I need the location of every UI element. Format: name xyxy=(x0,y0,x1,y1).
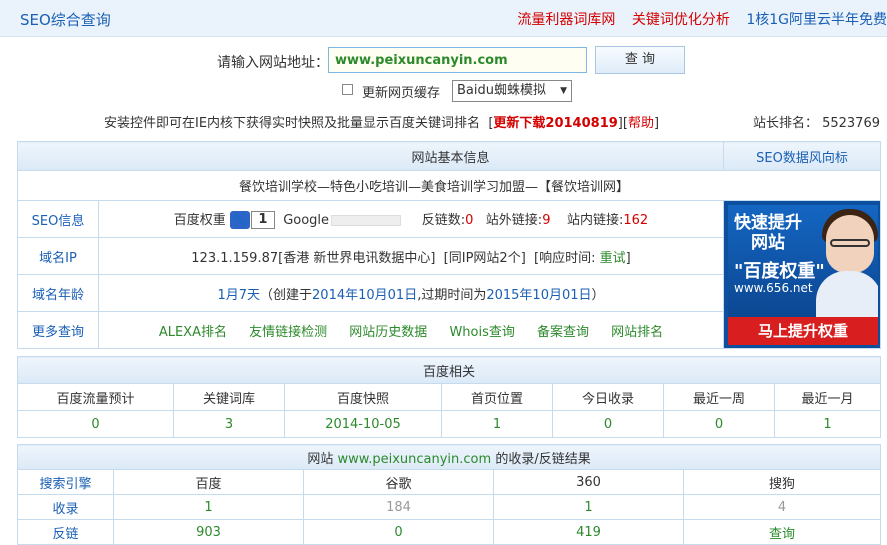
top-link-wordlib[interactable]: 流量利器词库网 xyxy=(517,12,615,28)
same-ip-link[interactable]: [同IP网站2个] xyxy=(444,251,526,266)
col-header: 最近一月 xyxy=(773,383,882,411)
rank-value: 5523769 xyxy=(822,116,880,131)
domain-age-label: 域名年龄 xyxy=(17,274,99,312)
notice-text: 安装控件即可在IE内核下获得实时快照及批量显示百度关键词排名 [更新下载2014… xyxy=(104,116,660,131)
ad-person-glasses xyxy=(830,239,871,247)
ad-line1: 快速提升 网站 xyxy=(734,213,803,253)
domain-age-values: 1月7天（创建于2014年10月01日,过期时间为2015年10月01日） xyxy=(97,274,725,312)
snapshot-value[interactable]: 2014-10-05 xyxy=(284,410,442,438)
history-link[interactable]: 网站历史数据 xyxy=(349,325,427,340)
site-rank-link[interactable]: 网站排名 xyxy=(611,325,663,340)
whois-link[interactable]: Whois查询 xyxy=(449,325,514,340)
col-header: 搜狗 xyxy=(682,469,882,495)
seo-info-label: SEO信息 xyxy=(17,200,99,238)
keyword-lib-value[interactable]: 3 xyxy=(173,410,285,438)
index-title: 网站 www.peixuncanyin.com 的收录/反链结果 xyxy=(16,444,882,470)
index-site-link[interactable]: www.peixuncanyin.com xyxy=(338,452,492,467)
google-backlink-value[interactable]: 0 xyxy=(303,519,494,545)
sogou-index-value[interactable]: 4 xyxy=(682,494,882,520)
download-link[interactable]: 更新下载20140819 xyxy=(493,116,617,131)
index-header-row: 搜索引擎 百度 谷歌 360 搜狗 xyxy=(17,469,882,495)
engine-col-header: 搜索引擎 xyxy=(17,469,114,495)
friend-links-link[interactable]: 友情链接检测 xyxy=(249,325,327,340)
col-header: 谷歌 xyxy=(303,469,494,495)
site-title: 餐饮培训学校—特色小吃培训—美食培训学习加盟—【餐饮培训网】 xyxy=(16,170,882,201)
top-link-keyword-analysis[interactable]: 关键词优化分析 xyxy=(632,12,730,28)
col-header: 今日收录 xyxy=(552,383,664,411)
spider-select-value: Baidu蜘蛛模拟 xyxy=(457,83,546,98)
col-header: 关键词库 xyxy=(173,383,285,411)
spider-select[interactable]: Baidu蜘蛛模拟 ▼ xyxy=(452,80,572,102)
notice-row: 安装控件即可在IE内核下获得实时快照及批量显示百度关键词排名 [更新下载2014… xyxy=(0,110,887,131)
col-header: 最近一周 xyxy=(663,383,775,411)
search-row: 请输入网站地址： 查 询 xyxy=(0,46,887,76)
ad-person-torso xyxy=(816,271,879,321)
basic-info-table: 网站基本信息 SEO数据风向标 餐饮培训学校—特色小吃培训—美食培训学习加盟—【… xyxy=(16,141,882,349)
ad-cta-button[interactable]: 马上提升权重 xyxy=(728,317,879,345)
inlinks-count[interactable]: 162 xyxy=(623,213,648,228)
icp-link[interactable]: 备案查询 xyxy=(537,325,589,340)
ad-line3: "百度权重" xyxy=(734,261,825,282)
col-header: 百度 xyxy=(113,469,304,495)
domain-age-value[interactable]: 1月7天 xyxy=(217,288,260,303)
index-row-label: 收录 xyxy=(17,494,114,520)
sogou-backlink-query-link[interactable]: 查询 xyxy=(682,519,882,545)
col-header: 360 xyxy=(493,469,684,495)
backlink-row: 反链 903 0 419 查询 xyxy=(17,519,882,545)
col-header: 百度快照 xyxy=(284,383,442,411)
options-row: 更新网页缓存 Baidu蜘蛛模拟 ▼ xyxy=(0,80,887,102)
search-label: 请输入网站地址： xyxy=(217,55,329,71)
baidu-traffic-value[interactable]: 0 xyxy=(17,410,174,438)
domain-ip-label: 域名IP xyxy=(17,237,99,275)
baidu-header-row: 百度流量预计 关键词库 百度快照 首页位置 今日收录 最近一周 最近一月 xyxy=(17,383,882,411)
google-pr-bar xyxy=(331,214,402,226)
home-position-value[interactable]: 1 xyxy=(441,410,553,438)
baidu-table: 百度相关 百度流量预计 关键词库 百度快照 首页位置 今日收录 最近一周 最近一… xyxy=(16,356,882,438)
domain-ip-values: 123.1.159.87[香港 新世界电讯数据中心] [同IP网站2个] [响应… xyxy=(97,237,725,275)
ad-banner[interactable]: 快速提升 网站 "百度权重" www.656.net 马上提升权重 xyxy=(723,200,882,349)
index-row: 收录 1 184 1 4 xyxy=(17,494,882,520)
today-index-value[interactable]: 0 xyxy=(552,410,664,438)
more-query-links: ALEXA排名 友情链接检测 网站历史数据 Whois查询 备案查询 网站排名 xyxy=(97,311,725,349)
top-link-aliyun[interactable]: 1核1G阿里云半年免费 xyxy=(746,12,887,28)
update-cache-checkbox[interactable] xyxy=(342,84,353,95)
week-value[interactable]: 0 xyxy=(663,410,775,438)
query-button[interactable]: 查 询 xyxy=(595,46,685,74)
google-index-value[interactable]: 184 xyxy=(303,494,494,520)
brand-title[interactable]: SEO综合查询 xyxy=(20,9,111,30)
basic-info-title: 网站基本信息 xyxy=(16,141,725,171)
360-backlink-value[interactable]: 419 xyxy=(493,519,684,545)
360-index-value[interactable]: 1 xyxy=(493,494,684,520)
ad-line4: www.656.net xyxy=(734,281,813,295)
baidu-value-row: 0 3 2014-10-05 1 0 0 1 xyxy=(17,410,882,438)
top-links: 流量利器词库网 关键词优化分析 1核1G阿里云半年免费 xyxy=(505,9,887,29)
seo-trend-link[interactable]: SEO数据风向标 xyxy=(723,141,882,171)
update-cache-label: 更新网页缓存 xyxy=(362,86,441,101)
baidu-paw-icon: 🐾 xyxy=(229,211,250,230)
webmaster-rank: 站长排名： 5523769 xyxy=(752,116,880,131)
ad-banner-box[interactable]: 快速提升 网站 "百度权重" www.656.net 马上提升权重 xyxy=(728,205,879,345)
backlink-row-label: 反链 xyxy=(17,519,114,545)
baidu-index-value[interactable]: 1 xyxy=(113,494,304,520)
baidu-backlink-value[interactable]: 903 xyxy=(113,519,304,545)
top-bar: SEO综合查询 流量利器词库网 关键词优化分析 1核1G阿里云半年免费 xyxy=(0,0,887,37)
alexa-link[interactable]: ALEXA排名 xyxy=(159,325,227,340)
col-header: 首页位置 xyxy=(441,383,553,411)
retry-link[interactable]: 重试 xyxy=(600,251,626,266)
outlinks-count[interactable]: 9 xyxy=(542,213,550,228)
baidu-title: 百度相关 xyxy=(16,356,882,384)
backlinks-count[interactable]: 0 xyxy=(465,213,473,228)
index-table: 网站 www.peixuncanyin.com 的收录/反链结果 搜索引擎 百度… xyxy=(16,444,882,545)
seo-info-values: 百度权重 🐾 1 Google 反链数:0 站外链接:9 站内链接:162 xyxy=(97,200,725,238)
month-value[interactable]: 1 xyxy=(773,410,882,438)
baidu-rank-badge[interactable]: 1 xyxy=(250,211,275,230)
col-header: 百度流量预计 xyxy=(17,383,174,411)
url-input[interactable] xyxy=(328,47,587,73)
more-query-label: 更多查询 xyxy=(17,311,99,349)
chevron-down-icon: ▼ xyxy=(560,86,567,96)
help-link[interactable]: 帮助 xyxy=(628,116,654,131)
